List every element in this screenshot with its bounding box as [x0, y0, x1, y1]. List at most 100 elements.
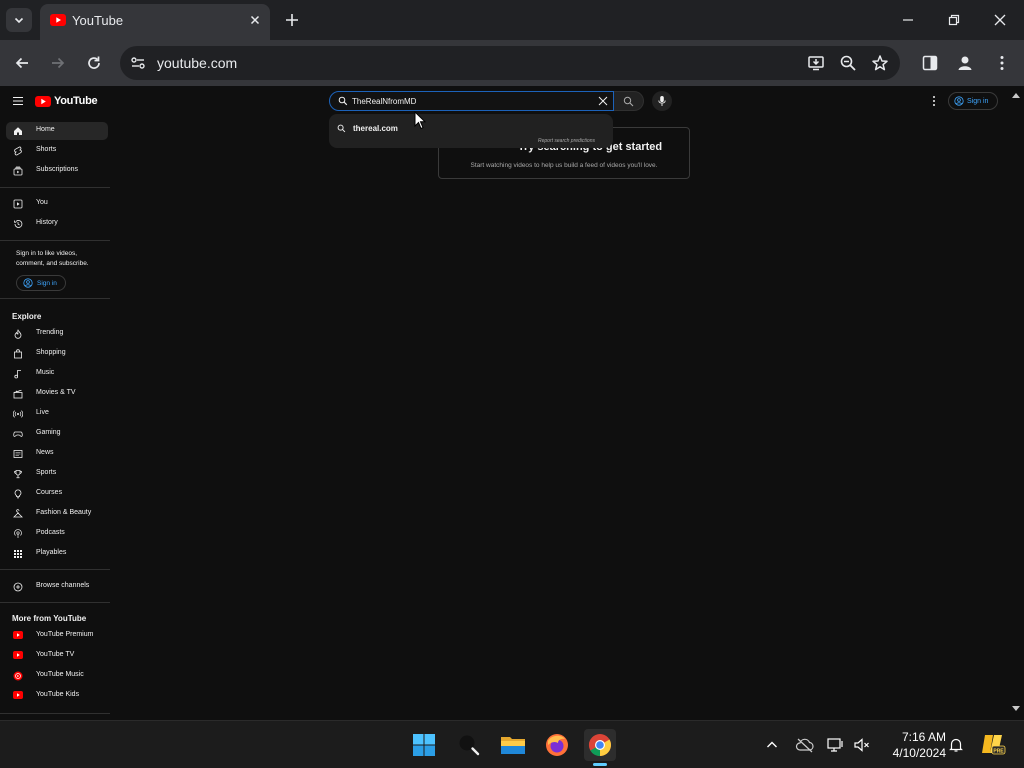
close-window-button[interactable]: [990, 10, 1010, 30]
podcast-icon: [13, 529, 23, 539]
address-bar[interactable]: youtube.com: [120, 46, 900, 80]
taskbar-file-explorer[interactable]: [497, 729, 529, 761]
sign-in-label: Sign in: [37, 279, 57, 287]
sidebar-item-label: History: [36, 219, 58, 226]
windows-logo-icon: [413, 734, 435, 756]
sidebar-item-podcasts[interactable]: Podcasts: [6, 525, 108, 543]
sign-in-button[interactable]: Sign in: [948, 92, 998, 110]
sign-in-label: Sign in: [967, 97, 989, 105]
sidebar-item-shorts[interactable]: Shorts: [6, 142, 108, 160]
sidebar-item-live[interactable]: Live: [6, 405, 108, 423]
side-panel-button[interactable]: [919, 52, 941, 74]
sidebar-item-you[interactable]: You: [6, 195, 108, 213]
sidebar-item-gaming[interactable]: Gaming: [6, 425, 108, 443]
restore-button[interactable]: [944, 10, 964, 30]
more-vertical-icon: [1000, 56, 1004, 70]
display-tray-icon[interactable]: [826, 735, 846, 755]
youtube-favicon-icon: [50, 14, 66, 26]
grid-icon: [13, 549, 23, 559]
search-input[interactable]: [352, 94, 592, 108]
chevron-down-icon: [14, 17, 24, 24]
hanger-icon: [13, 509, 23, 519]
search-icon: [338, 96, 348, 106]
speaker-muted-icon: [854, 738, 869, 752]
sidebar-sign-in-button[interactable]: Sign in: [16, 275, 66, 291]
sidebar-item-subscriptions[interactable]: Subscriptions: [6, 162, 108, 180]
search-box[interactable]: [329, 91, 614, 111]
forward-button[interactable]: [47, 52, 69, 74]
sidebar-item-movies[interactable]: Movies & TV: [6, 385, 108, 403]
onedrive-tray-icon[interactable]: [795, 735, 815, 755]
sidebar-item-label: You: [36, 199, 48, 206]
bell-icon: [949, 738, 963, 752]
sidebar-divider: [0, 240, 110, 241]
youtube-logo[interactable]: YouTube: [35, 95, 98, 107]
copilot-preview-icon[interactable]: PRE: [980, 731, 1006, 757]
hamburger-icon: [13, 96, 23, 106]
sidebar-item-courses[interactable]: Courses: [6, 485, 108, 503]
sidebar-item-youtube-premium[interactable]: YouTube Premium: [6, 627, 108, 645]
search-button[interactable]: [614, 91, 644, 111]
sidebar-item-youtube-kids[interactable]: YouTube Kids: [6, 687, 108, 705]
sidebar-item-label: Home: [36, 126, 55, 133]
sidebar-item-home[interactable]: Home: [6, 122, 108, 140]
bookmark-button[interactable]: [869, 52, 891, 74]
shorts-icon: [13, 146, 23, 156]
taskbar-search-button[interactable]: [453, 729, 485, 761]
newspaper-icon: [13, 449, 23, 459]
sidebar-item-label: YouTube Music: [36, 671, 84, 678]
tab-search-button[interactable]: [6, 8, 32, 32]
tab-title: YouTube: [72, 13, 124, 28]
you-icon: [13, 199, 23, 209]
sidebar-item-youtube-music[interactable]: YouTube Music: [6, 667, 108, 685]
site-info-icon[interactable]: [128, 53, 148, 73]
account-icon: [23, 278, 33, 288]
side-panel-icon: [922, 55, 938, 71]
sidebar-item-news[interactable]: News: [6, 445, 108, 463]
sidebar-item-music[interactable]: Music: [6, 365, 108, 383]
plus-icon: [286, 14, 298, 26]
notifications-button[interactable]: [946, 735, 966, 755]
lightbulb-icon: [13, 489, 23, 499]
search-icon: [337, 124, 346, 133]
start-button[interactable]: [408, 729, 440, 761]
back-button[interactable]: [11, 52, 33, 74]
profile-button[interactable]: [954, 52, 976, 74]
install-app-button[interactable]: [805, 52, 827, 74]
youtube-music-icon: [13, 671, 23, 681]
sidebar-item-history[interactable]: History: [6, 215, 108, 233]
install-icon: [808, 56, 824, 71]
sidebar-item-label: Trending: [36, 329, 64, 336]
clear-search-icon[interactable]: [597, 95, 609, 107]
taskbar-chrome[interactable]: [584, 729, 616, 761]
minimize-button[interactable]: [898, 10, 918, 30]
chrome-icon: [589, 734, 611, 756]
new-tab-button[interactable]: [282, 10, 302, 30]
browser-menu-button[interactable]: [991, 52, 1013, 74]
taskbar-firefox[interactable]: [541, 729, 573, 761]
sidebar-item-browse-channels[interactable]: Browse channels: [6, 578, 108, 596]
star-icon: [872, 55, 888, 71]
sidebar-divider: [0, 602, 110, 603]
sidebar-item-trending[interactable]: Trending: [6, 325, 108, 343]
show-hidden-icons-button[interactable]: [762, 735, 782, 755]
sidebar-item-shopping[interactable]: Shopping: [6, 345, 108, 363]
guide-menu-button[interactable]: [12, 95, 24, 107]
tab-close-icon[interactable]: [248, 13, 262, 27]
scroll-down-arrow[interactable]: [1012, 706, 1020, 712]
zoom-button[interactable]: [837, 52, 859, 74]
youtube-tv-icon: [13, 651, 23, 661]
volume-tray-icon[interactable]: [852, 735, 872, 755]
report-predictions-link[interactable]: Report search predictions: [538, 138, 595, 144]
suggestion-item[interactable]: thereal.com: [329, 120, 613, 138]
settings-menu-button[interactable]: [930, 94, 938, 108]
reload-button[interactable]: [83, 52, 105, 74]
scroll-up-arrow[interactable]: [1012, 92, 1020, 98]
sidebar-item-playables[interactable]: Playables: [6, 545, 108, 563]
voice-search-button[interactable]: [652, 91, 672, 111]
taskbar-clock[interactable]: 7:16 AM 4/10/2024: [880, 729, 946, 761]
sidebar-item-fashion[interactable]: Fashion & Beauty: [6, 505, 108, 523]
browser-tab-youtube[interactable]: YouTube: [40, 4, 270, 40]
sidebar-item-youtube-tv[interactable]: YouTube TV: [6, 647, 108, 665]
sidebar-item-sports[interactable]: Sports: [6, 465, 108, 483]
